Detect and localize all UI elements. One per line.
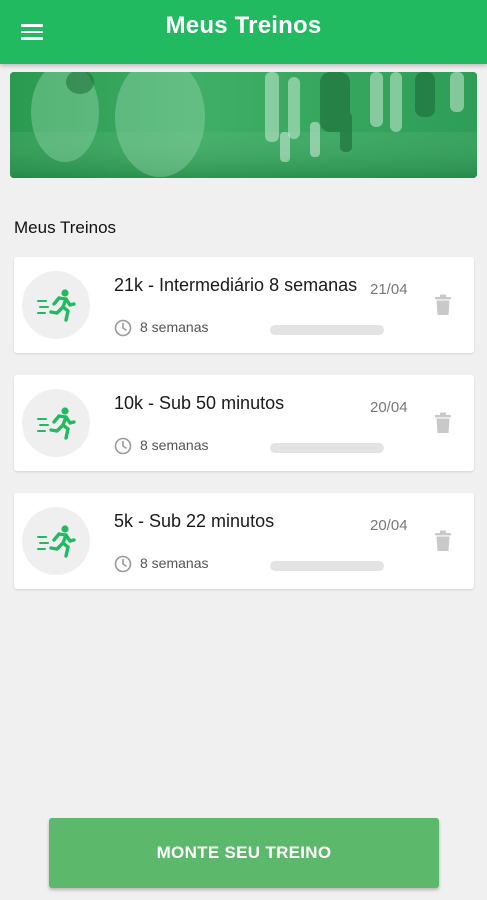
workout-date: 20/04	[370, 517, 408, 534]
trash-icon[interactable]	[430, 409, 456, 437]
clock-icon	[114, 555, 132, 573]
workout-progress-bar	[270, 443, 384, 453]
workout-progress-bar	[270, 325, 384, 335]
trash-icon[interactable]	[430, 527, 456, 555]
clock-icon	[114, 319, 132, 337]
workout-card[interactable]: 10k - Sub 50 minutos 20/04 8 semanas	[14, 375, 474, 471]
runner-icon	[22, 507, 90, 575]
create-workout-button[interactable]: MONTE SEU TREINO	[49, 818, 439, 888]
workout-progress-bar	[270, 561, 384, 571]
page-title: Meus Treinos	[165, 12, 322, 39]
workout-date: 20/04	[370, 399, 408, 416]
workout-duration: 8 semanas	[140, 437, 209, 453]
workout-title: 10k - Sub 50 minutos	[114, 393, 285, 413]
workout-title: 21k - Intermediário 8 semanas	[114, 275, 358, 295]
trash-icon[interactable]	[430, 291, 456, 319]
runner-icon	[22, 389, 90, 457]
runner-icon	[22, 271, 90, 339]
workout-duration: 8 semanas	[140, 555, 209, 571]
hero-banner-image	[10, 72, 477, 178]
workout-title: 5k - Sub 22 minutos	[114, 511, 275, 531]
workout-date: 21/04	[370, 281, 408, 298]
clock-icon	[114, 437, 132, 455]
app-bar: Meus Treinos	[0, 0, 487, 64]
workout-card[interactable]: 5k - Sub 22 minutos 20/04 8 semanas	[14, 493, 474, 589]
workout-card[interactable]: 21k - Intermediário 8 semanas 21/04 8 se…	[14, 257, 474, 353]
section-title: Meus Treinos	[14, 218, 117, 237]
workout-duration: 8 semanas	[140, 319, 209, 335]
